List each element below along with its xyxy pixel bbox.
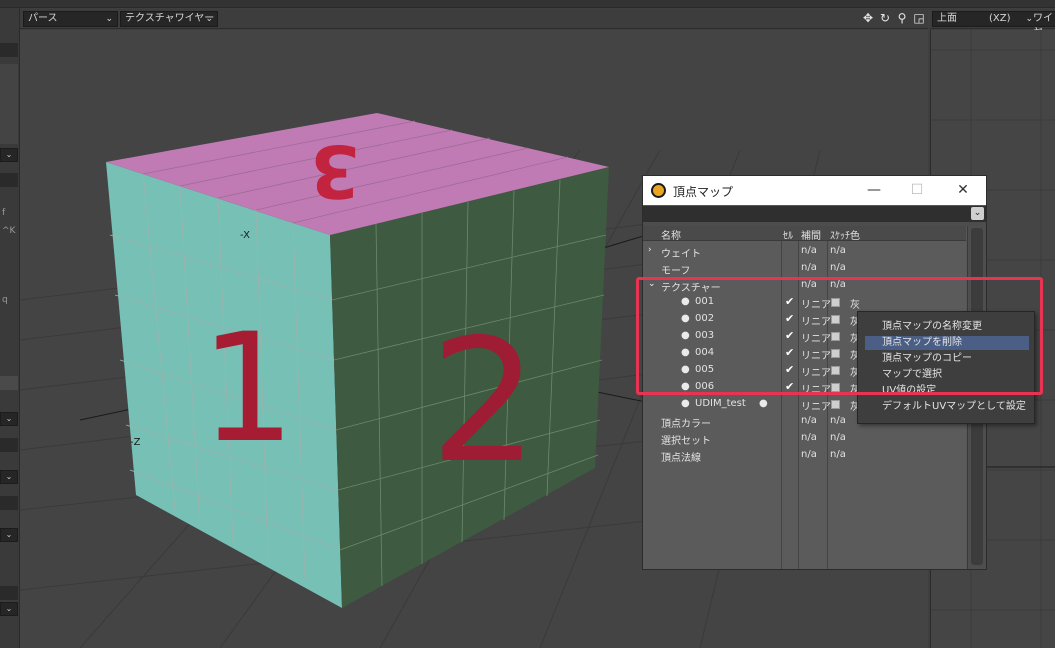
dialog-filter-bar[interactable]: ⌄ bbox=[643, 206, 986, 222]
left-panel-header-3 bbox=[0, 438, 18, 452]
left-dropdown-4[interactable]: ⌄ bbox=[0, 528, 18, 542]
left-dropdown-5[interactable]: ⌄ bbox=[0, 602, 18, 616]
active-map-marker-icon: ● bbox=[759, 398, 768, 409]
face-label-right: 2 bbox=[430, 303, 538, 501]
menu-item-set-default-uv[interactable]: デフォルトUVマップとして設定 bbox=[865, 400, 1029, 414]
column-header-interp[interactable]: 補間 bbox=[801, 227, 821, 242]
expand-chevron-icon[interactable]: › bbox=[648, 245, 652, 255]
view-mode-label: パース bbox=[28, 13, 58, 24]
rotate-view-icon[interactable]: ↻ bbox=[878, 11, 892, 26]
column-header-sketch-color[interactable]: ｽｹｯﾁ色 bbox=[830, 227, 860, 242]
shortcut-key-label: ^K bbox=[2, 226, 16, 236]
shortcut-key-label: f bbox=[2, 208, 6, 218]
left-panel-header-4 bbox=[0, 496, 18, 510]
top-menu-strip bbox=[0, 0, 1055, 8]
right-view-axis-label: (XZ) bbox=[989, 13, 1011, 24]
row-interp: n/a bbox=[801, 449, 817, 460]
left-panel-item[interactable] bbox=[0, 376, 18, 390]
shortcut-key-label: q bbox=[2, 295, 8, 305]
table-row[interactable]: 選択セット n/a n/a bbox=[643, 430, 966, 447]
row-color: n/a bbox=[830, 432, 846, 443]
right-viewport-header: 上面 (XZ) ⌄ ワイヤ bbox=[930, 9, 1055, 38]
row-interp: リニア bbox=[801, 402, 831, 413]
color-swatch[interactable] bbox=[831, 400, 840, 409]
close-button[interactable]: ✕ bbox=[948, 179, 978, 201]
chevron-down-icon: ⌄ bbox=[105, 14, 113, 24]
view-mode-dropdown[interactable]: パース ⌄ bbox=[23, 11, 118, 27]
row-color: n/a bbox=[830, 415, 846, 426]
left-panel-list bbox=[0, 64, 18, 144]
move-view-icon[interactable]: ✥ bbox=[861, 11, 875, 26]
chevron-down-icon: ⌄ bbox=[1025, 14, 1033, 24]
table-row[interactable]: モーフ n/a n/a bbox=[643, 260, 966, 277]
face-label-top: 3 bbox=[310, 129, 360, 213]
left-panel-header-5 bbox=[0, 586, 18, 600]
left-panel-header bbox=[0, 43, 18, 57]
row-name: UDIM_test bbox=[695, 398, 746, 409]
table-header: 名称 ｾﾙ 補間 ｽｹｯﾁ色 bbox=[643, 226, 966, 242]
row-name: 頂点カラー bbox=[661, 419, 711, 430]
shading-mode-dropdown[interactable]: テクスチャワイヤー ⌄ bbox=[120, 11, 218, 27]
row-color: n/a bbox=[830, 262, 846, 273]
row-color: n/a bbox=[830, 245, 846, 256]
highlight-annotation-box bbox=[636, 277, 1043, 395]
maximize-button[interactable]: ☐ bbox=[902, 179, 932, 201]
table-row[interactable]: › ウェイト n/a n/a bbox=[643, 243, 966, 260]
dialog-titlebar[interactable]: 頂点マップ — ☐ ✕ bbox=[643, 176, 986, 205]
face-label-left: 1 bbox=[200, 302, 295, 476]
column-header-name[interactable]: 名称 bbox=[661, 227, 681, 242]
left-dropdown-2[interactable]: ⌄ bbox=[0, 412, 18, 426]
viewport-header: パース ⌄ テクスチャワイヤー ⌄ ✥ ↻ ⚲ ◲ bbox=[20, 9, 928, 29]
left-dropdown-3[interactable]: ⌄ bbox=[0, 470, 18, 484]
row-interp: n/a bbox=[801, 415, 817, 426]
chevron-down-icon: ⌄ bbox=[205, 14, 213, 24]
right-view-dropdown[interactable]: 上面 (XZ) ⌄ ワイヤ bbox=[932, 11, 1055, 38]
left-tool-strip: ⌄ f ^K q ⌄ ⌄ ⌄ ⌄ bbox=[0, 8, 20, 648]
row-name: 頂点法線 bbox=[661, 453, 701, 464]
maximize-view-icon[interactable]: ◲ bbox=[912, 11, 926, 26]
table-row[interactable]: 頂点法線 n/a n/a bbox=[643, 447, 966, 464]
left-panel-header-2 bbox=[0, 173, 18, 187]
row-color: n/a bbox=[830, 449, 846, 460]
column-header-select[interactable]: ｾﾙ bbox=[783, 227, 793, 242]
axis-label-z: -Z bbox=[130, 437, 141, 448]
left-dropdown-1[interactable]: ⌄ bbox=[0, 148, 18, 162]
viewport-controls: ✥ ↻ ⚲ ◲ bbox=[861, 11, 926, 26]
right-view-mode-label: 上面 bbox=[937, 13, 957, 24]
bullet-icon: ● bbox=[681, 398, 690, 409]
row-interp: n/a bbox=[801, 245, 817, 256]
row-name: ウェイト bbox=[661, 249, 701, 260]
row-interp: n/a bbox=[801, 262, 817, 273]
row-interp: n/a bbox=[801, 432, 817, 443]
chevron-down-icon[interactable]: ⌄ bbox=[971, 207, 984, 220]
app-logo-icon bbox=[651, 183, 666, 198]
row-name: モーフ bbox=[661, 266, 691, 277]
axis-label-x: -X bbox=[240, 230, 250, 241]
row-name: 選択セット bbox=[661, 436, 711, 447]
minimize-button[interactable]: — bbox=[859, 179, 889, 201]
shading-mode-label: テクスチャワイヤー bbox=[125, 13, 215, 24]
zoom-view-icon[interactable]: ⚲ bbox=[895, 11, 909, 26]
dialog-title: 頂点マップ bbox=[673, 185, 734, 199]
